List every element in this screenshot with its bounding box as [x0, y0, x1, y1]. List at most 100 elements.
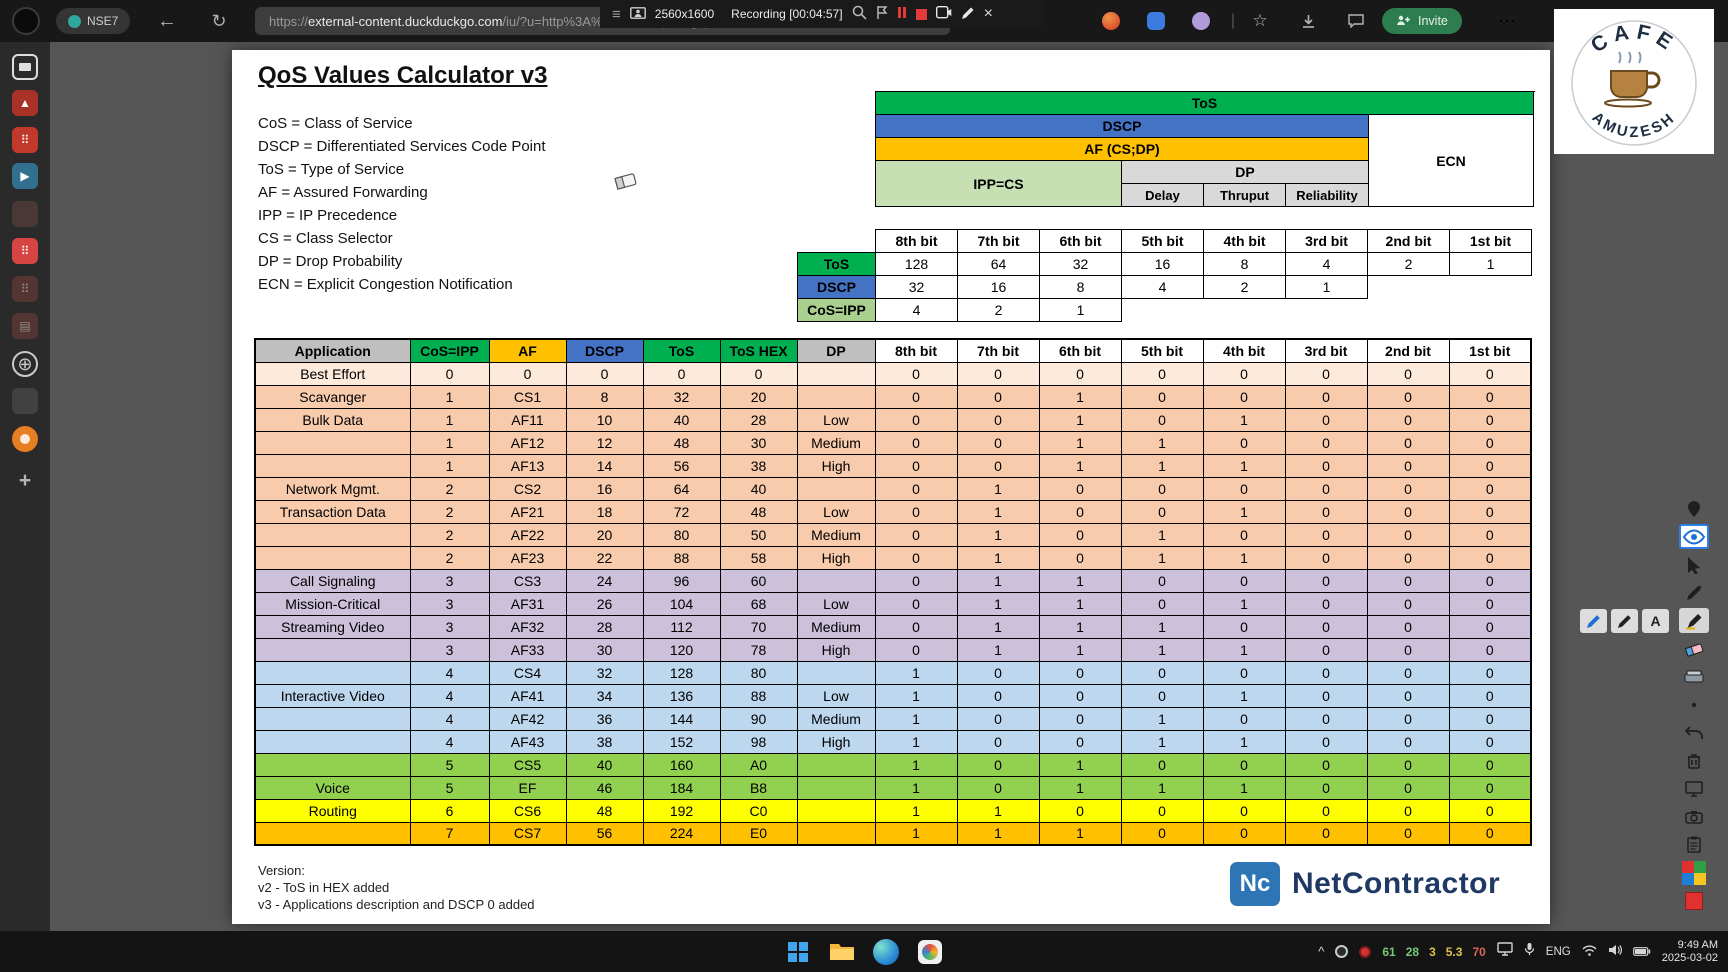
qos-cell: 48 — [642, 430, 721, 455]
qos-app-cell: Network Mgmt. — [254, 476, 411, 501]
app-dim-icon-1[interactable] — [12, 201, 38, 227]
qos-cell: 0 — [1284, 361, 1368, 386]
app-dice-icon[interactable]: ⠿ — [12, 127, 38, 153]
eye-tool-icon[interactable] — [1679, 524, 1709, 549]
bit-value-cell: 128 — [875, 252, 958, 276]
chat-bubble-icon[interactable] — [1344, 0, 1368, 42]
microphone-tray-icon[interactable] — [1524, 942, 1535, 961]
qos-cell: 0 — [956, 453, 1040, 478]
qos-cell: 0 — [874, 407, 958, 432]
qos-col-header: 8th bit — [874, 338, 958, 363]
app-dim-icon-3[interactable]: ▤ — [12, 313, 38, 339]
qos-cell: 0 — [1284, 637, 1368, 662]
delay-cell: Delay — [1122, 184, 1204, 207]
qos-col-header: Application — [254, 338, 411, 363]
qos-cell — [796, 798, 876, 823]
profile-avatar[interactable] — [12, 7, 40, 35]
undo-icon[interactable] — [1679, 720, 1709, 745]
qos-cell: 0 — [1284, 453, 1368, 478]
palette-icon[interactable] — [1679, 860, 1709, 885]
pause-button[interactable] — [897, 7, 907, 21]
language-indicator[interactable]: ENG — [1546, 946, 1571, 958]
hardware-stat: 70 — [1472, 944, 1486, 959]
screen-share-icon[interactable] — [12, 54, 38, 80]
browser-extension-icon[interactable] — [1190, 0, 1212, 42]
tray-expand-icon[interactable]: ^ — [1318, 944, 1324, 959]
pen-black-icon[interactable] — [1611, 609, 1638, 633]
clock[interactable]: 9:49 AM 2025-03-02 — [1662, 939, 1718, 965]
wifi-icon[interactable] — [1582, 943, 1597, 961]
legend-line: IPP = IP Precedence — [258, 207, 398, 224]
bit-header-cell: 4th bit — [1203, 229, 1286, 253]
qos-cell: 0 — [1202, 752, 1286, 777]
photos-icon[interactable] — [916, 938, 944, 966]
globe-icon[interactable]: ⊕ — [12, 351, 38, 377]
app-play-icon[interactable]: ▶ — [12, 163, 38, 189]
stop-button[interactable] — [915, 8, 927, 20]
bit-header-cell: 6th bit — [1039, 229, 1122, 253]
qos-cell: AF22 — [488, 522, 567, 547]
battery-icon[interactable] — [1632, 943, 1651, 961]
invite-button[interactable]: Invite — [1382, 8, 1462, 34]
text-tool-icon[interactable]: A — [1642, 609, 1669, 633]
add-page-icon[interactable]: + — [12, 468, 38, 494]
qos-cell: 22 — [565, 545, 644, 570]
qos-cell: EF — [488, 775, 567, 800]
pen-tool-icon[interactable] — [1679, 580, 1709, 605]
app-grid-icon[interactable]: ⠿ — [12, 238, 38, 264]
qos-cell: 0 — [874, 499, 958, 524]
annotate-pen-icon[interactable] — [961, 6, 975, 23]
tray-app-icon[interactable] — [1335, 945, 1349, 958]
qos-cell: High — [796, 545, 876, 570]
qos-cell: AF12 — [488, 430, 567, 455]
qos-cell — [796, 660, 876, 685]
clipboard-tool-icon[interactable] — [1679, 832, 1709, 857]
version-line: Version: — [258, 863, 305, 878]
more-menu-icon[interactable]: ⋯ — [1492, 0, 1522, 42]
pin-tool-icon[interactable] — [1679, 496, 1709, 521]
app-orange-icon[interactable] — [12, 426, 38, 452]
eraser-tool-icon[interactable] — [1679, 636, 1709, 661]
camera-tool-icon[interactable] — [1679, 804, 1709, 829]
volume-icon[interactable] — [1608, 943, 1622, 961]
qos-cell: 38 — [565, 729, 644, 754]
invite-label: Invite — [1418, 14, 1448, 28]
pen-blue-icon[interactable] — [1580, 609, 1607, 633]
recording-indicator-icon[interactable] — [1359, 945, 1372, 958]
qos-cell: 0 — [1120, 499, 1204, 524]
qos-cell: 0 — [1366, 729, 1450, 754]
url-search-icon[interactable] — [852, 5, 867, 23]
file-explorer-icon[interactable] — [828, 938, 856, 966]
favorites-star-icon[interactable]: ☆ — [1248, 0, 1272, 42]
marker-tool-icon[interactable] — [1679, 608, 1709, 633]
back-button[interactable]: ← — [150, 0, 184, 42]
qos-cell: 4 — [409, 683, 490, 708]
screenshot-camera-icon[interactable] — [935, 5, 952, 22]
start-button[interactable] — [784, 938, 812, 966]
wide-eraser-tool-icon[interactable] — [1679, 664, 1709, 689]
qos-table-row: Call Signaling 3 CS3 24 96 60 0 1 1 0 0 0 0 0 — [254, 568, 1532, 593]
color-swatch-icon[interactable] — [1679, 888, 1709, 913]
browser-icon[interactable] — [872, 938, 900, 966]
reload-button[interactable]: ↻ — [202, 0, 236, 42]
dot-size-icon[interactable] — [1679, 692, 1709, 717]
app-dim-icon-2[interactable]: ⠿ — [12, 276, 38, 302]
app-chart-icon[interactable]: ▲ — [12, 90, 38, 116]
qos-app-cell: Interactive Video — [254, 683, 411, 708]
screen-tool-icon[interactable] — [1679, 776, 1709, 801]
qos-cell: 104 — [642, 591, 721, 616]
bookmark-flag-icon[interactable] — [876, 5, 888, 23]
profile-badge[interactable]: NSE7 — [56, 8, 131, 34]
app-dim-icon-4[interactable] — [12, 388, 38, 414]
downloads-icon[interactable] — [1296, 0, 1320, 42]
recorder-close-icon[interactable]: × — [984, 5, 993, 23]
recorder-drag-handle-icon[interactable]: ≡ — [612, 6, 621, 23]
lion-icon — [1102, 12, 1120, 30]
qos-cell: 1 — [956, 499, 1040, 524]
tos-byte-diagram: ToS DSCP ECN AF (CS;DP) IPP=CS DP Delay … — [875, 91, 1535, 207]
cursor-tool-icon[interactable] — [1679, 552, 1709, 577]
browser-app-icon-1[interactable] — [1100, 0, 1122, 42]
browser-app-icon-2[interactable] — [1145, 0, 1167, 42]
display-tray-icon[interactable] — [1497, 942, 1513, 961]
trash-icon[interactable] — [1679, 748, 1709, 773]
